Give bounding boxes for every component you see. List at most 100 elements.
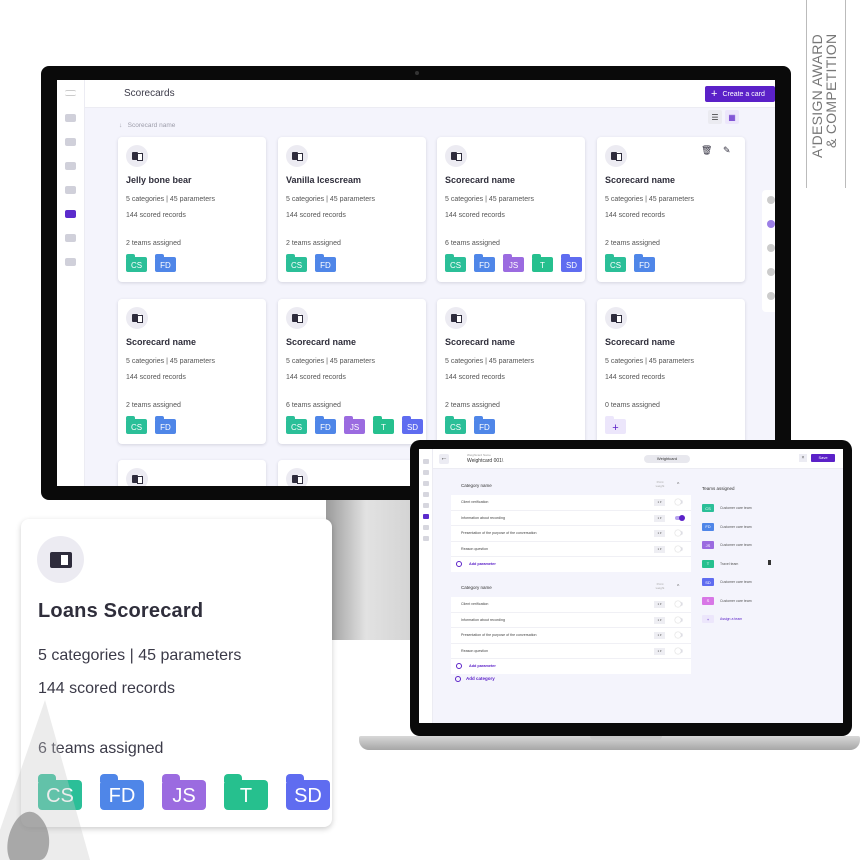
- nav-icon[interactable]: [423, 459, 429, 464]
- weight-select[interactable]: 1 ▾: [654, 647, 665, 655]
- nav-dashboard-icon[interactable]: [65, 114, 76, 122]
- panel-dot[interactable]: [767, 292, 775, 300]
- collapse-icon[interactable]: ^: [677, 482, 679, 488]
- parameter-toggle[interactable]: [675, 601, 683, 607]
- scorecard-card[interactable]: Scorecard name 5 categories | 45 paramete…: [118, 299, 266, 444]
- add-parameter-button[interactable]: Add parameter: [451, 557, 691, 572]
- team-tag[interactable]: T: [373, 416, 394, 434]
- add-team-button[interactable]: +: [605, 416, 626, 434]
- nav-icon[interactable]: [423, 470, 429, 475]
- nav-icon[interactable]: [423, 536, 429, 541]
- team-tag[interactable]: CS: [286, 416, 307, 434]
- parameter-toggle[interactable]: [675, 545, 683, 552]
- team-tag[interactable]: FD: [474, 416, 495, 434]
- scorecard-card-partial[interactable]: [278, 460, 426, 486]
- delete-icon[interactable]: [768, 559, 771, 565]
- nav-teams-icon[interactable]: [65, 186, 76, 194]
- panel-dot[interactable]: [767, 244, 775, 252]
- parameter-toggle[interactable]: [675, 616, 683, 623]
- team-row[interactable]: S Customer care team: [702, 592, 752, 611]
- scorecard-card[interactable]: Scorecard name 5 categories | 45 paramete…: [597, 299, 745, 444]
- scorecard-card[interactable]: Jelly bone bear 5 categories | 45 paramet…: [118, 137, 266, 282]
- parameter-toggle[interactable]: [675, 632, 683, 638]
- team-tag[interactable]: CS: [126, 416, 147, 434]
- panel-dot[interactable]: [767, 268, 775, 276]
- team-tag[interactable]: SD: [286, 774, 330, 810]
- team-tag[interactable]: FD: [155, 254, 176, 272]
- nav-training-icon[interactable]: [65, 162, 76, 170]
- team-tag[interactable]: CS: [605, 254, 626, 272]
- nav-media-icon[interactable]: [65, 138, 76, 146]
- weightcard-name-input[interactable]: Weightcard 001\: [467, 458, 503, 464]
- team-row[interactable]: JS Customer care team: [702, 536, 752, 555]
- nav-icon[interactable]: [423, 525, 429, 530]
- nav-menu-icon[interactable]: [65, 90, 76, 96]
- scorecard-card[interactable]: Scorecard name 5 categories | 45 paramete…: [278, 299, 426, 444]
- scorecard-card-partial[interactable]: [118, 460, 266, 486]
- panel-dot[interactable]: [767, 196, 775, 204]
- team-tag[interactable]: SD: [561, 254, 582, 272]
- scorecard-card[interactable]: Scorecard name 5 categories | 45 paramete…: [437, 299, 585, 444]
- weight-select[interactable]: 1 ▾: [654, 616, 665, 624]
- panel-dot[interactable]: [767, 220, 775, 228]
- nav-icon[interactable]: [423, 481, 429, 486]
- parameter-toggle[interactable]: [675, 647, 683, 654]
- weight-select[interactable]: 1 ▾: [654, 601, 665, 608]
- nav-icon[interactable]: [423, 503, 429, 508]
- grid-view-icon[interactable]: ▦: [725, 110, 739, 124]
- assign-team-button[interactable]: + Assign a team: [702, 610, 752, 629]
- add-category-button[interactable]: Add category: [455, 676, 495, 682]
- team-tag[interactable]: CS: [445, 416, 466, 434]
- team-tag[interactable]: SD: [402, 416, 423, 434]
- add-parameter-button[interactable]: Add parameter: [451, 659, 691, 674]
- team-tag[interactable]: FD: [634, 254, 655, 272]
- team-tag[interactable]: FD: [100, 774, 144, 810]
- nav-profile-icon[interactable]: [65, 258, 76, 266]
- weight-select[interactable]: 1 ▾: [654, 545, 665, 553]
- scorecard-card[interactable]: Scorecard name 5 categories | 45 paramete…: [597, 137, 745, 282]
- toggle-knob: [675, 616, 681, 623]
- weight-select[interactable]: 1 ▾: [654, 514, 665, 522]
- scorecard-card[interactable]: Vanilla Icescream 5 categories | 45 param…: [278, 137, 426, 282]
- scorecard-icon: [286, 307, 308, 329]
- scorecard-card[interactable]: Scorecard name 5 categories | 45 paramete…: [437, 137, 585, 282]
- team-row[interactable]: FD Customer care team: [702, 518, 752, 537]
- back-arrow-icon[interactable]: ←: [439, 454, 449, 464]
- team-row[interactable]: T Travel team: [702, 555, 771, 574]
- collapse-icon[interactable]: ^: [677, 584, 679, 590]
- team-tag[interactable]: JS: [162, 774, 206, 810]
- team-tag[interactable]: T: [532, 254, 553, 272]
- team-tag[interactable]: FD: [315, 254, 336, 272]
- save-button[interactable]: Save: [811, 454, 835, 462]
- nav-scorecards-icon[interactable]: [65, 210, 76, 218]
- parameter-toggle[interactable]: [675, 530, 683, 536]
- edit-icon[interactable]: ✎: [723, 145, 731, 156]
- parameter-toggle[interactable]: [675, 514, 685, 521]
- team-tag[interactable]: FD: [315, 416, 336, 434]
- team-tag[interactable]: T: [224, 774, 268, 810]
- sort-by-name[interactable]: ↓ Scorecard name: [119, 122, 175, 129]
- team-name: Travel team: [720, 561, 739, 566]
- team-tag[interactable]: FD: [155, 416, 176, 434]
- list-view-icon[interactable]: ☰: [708, 110, 722, 124]
- nav-reports-icon[interactable]: [65, 234, 76, 242]
- team-tag[interactable]: FD: [474, 254, 495, 272]
- weight-select[interactable]: 1 ▾: [654, 632, 665, 639]
- team-tag[interactable]: CS: [286, 254, 307, 272]
- nav-icon[interactable]: [423, 492, 429, 497]
- create-card-button[interactable]: + Create a card: [705, 86, 775, 102]
- weight-select[interactable]: 1 ▾: [654, 530, 665, 537]
- parameter-toggle[interactable]: [675, 499, 683, 505]
- team-tag[interactable]: JS: [344, 416, 365, 434]
- delete-icon[interactable]: 🗑: [701, 145, 712, 156]
- weightcard-pill[interactable]: Weightcard: [644, 455, 690, 463]
- team-tag[interactable]: CS: [126, 254, 147, 272]
- team-row[interactable]: SD Customer care team: [702, 573, 752, 592]
- team-tag[interactable]: CS: [445, 254, 466, 272]
- team-tag[interactable]: JS: [503, 254, 524, 272]
- close-icon[interactable]: ×: [799, 454, 807, 462]
- team-row[interactable]: CS Customer care team: [702, 499, 752, 518]
- team-tag: T: [702, 559, 714, 568]
- weight-select[interactable]: 1 ▾: [654, 499, 665, 506]
- nav-icon[interactable]: [423, 514, 429, 519]
